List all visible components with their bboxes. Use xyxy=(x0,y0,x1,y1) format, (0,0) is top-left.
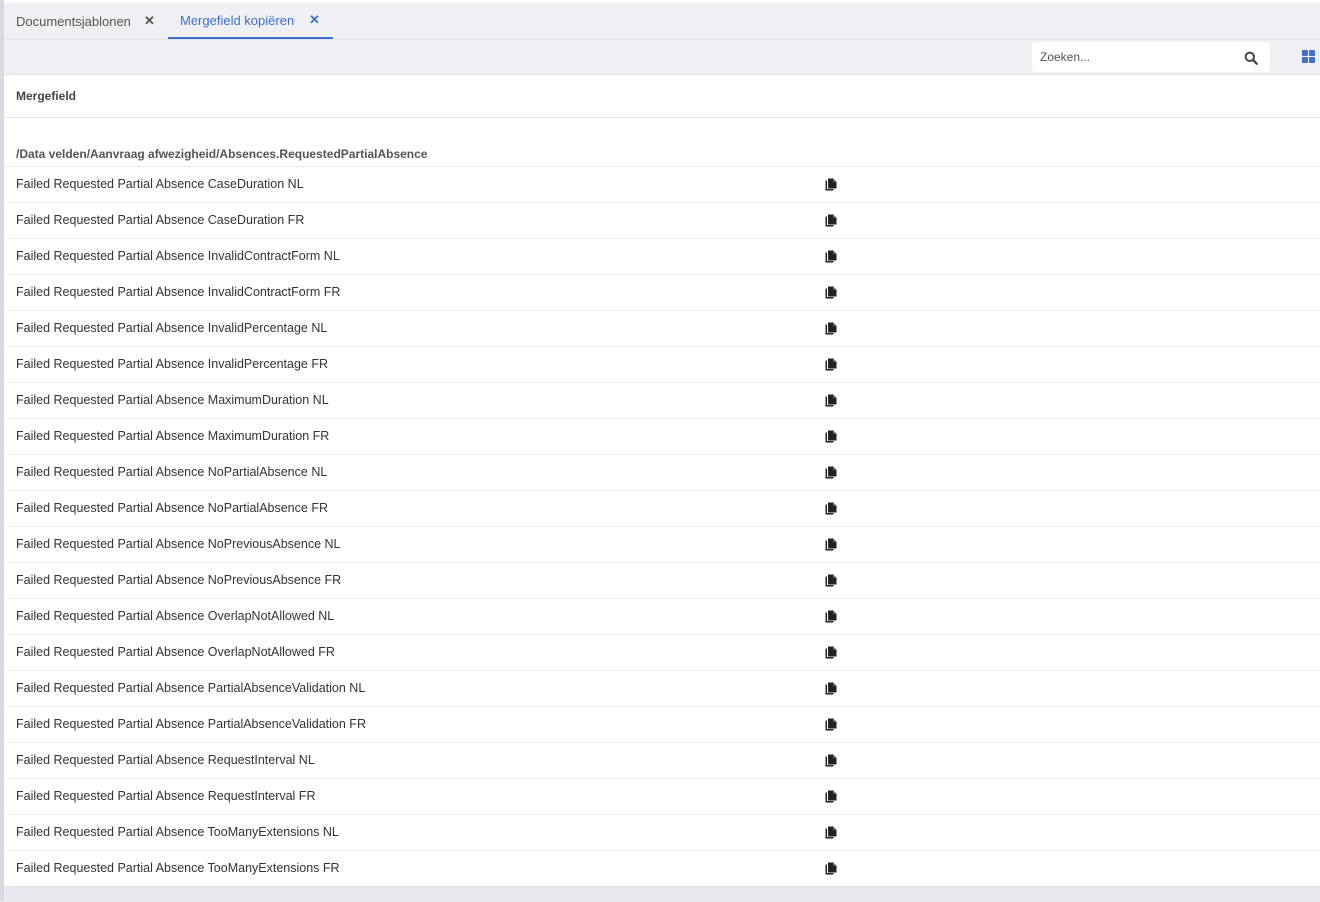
copy-icon[interactable] xyxy=(825,538,837,551)
mergefield-name: Failed Requested Partial Absence NoParti… xyxy=(16,501,328,515)
mergefield-name: Failed Requested Partial Absence Request… xyxy=(16,753,315,767)
mergefield-name: Failed Requested Partial Absence NoPrevi… xyxy=(16,537,341,551)
table-row[interactable]: Failed Requested Partial Absence Invalid… xyxy=(4,347,1320,383)
table-row[interactable]: Failed Requested Partial Absence Invalid… xyxy=(4,275,1320,311)
table-row[interactable]: Failed Requested Partial Absence NoPrevi… xyxy=(4,563,1320,599)
table-row[interactable]: Failed Requested Partial Absence Partial… xyxy=(4,671,1320,707)
toolbar xyxy=(4,40,1320,75)
search-input[interactable] xyxy=(1040,42,1240,72)
table-row[interactable]: Failed Requested Partial Absence Partial… xyxy=(4,707,1320,743)
mergefield-name: Failed Requested Partial Absence TooMany… xyxy=(16,825,339,839)
mergefield-name: Failed Requested Partial Absence Request… xyxy=(16,789,316,803)
grid-view-icon[interactable] xyxy=(1302,50,1315,63)
mergefield-name: Failed Requested Partial Absence Invalid… xyxy=(16,285,341,299)
copy-icon[interactable] xyxy=(825,286,837,299)
mergefield-name: Failed Requested Partial Absence TooMany… xyxy=(16,861,340,875)
table-row[interactable]: Failed Requested Partial Absence NoParti… xyxy=(4,491,1320,527)
copy-icon[interactable] xyxy=(825,610,837,623)
mergefield-name: Failed Requested Partial Absence Overlap… xyxy=(16,645,335,659)
copy-icon[interactable] xyxy=(825,790,837,803)
search-box xyxy=(1032,42,1270,72)
mergefield-name: Failed Requested Partial Absence NoParti… xyxy=(16,465,328,479)
copy-icon[interactable] xyxy=(825,574,837,587)
copy-icon[interactable] xyxy=(825,826,837,839)
table-row[interactable]: Failed Requested Partial Absence Request… xyxy=(4,779,1320,815)
mergefield-table: Mergefield /Data velden/Aanvraag afwezig… xyxy=(4,75,1320,887)
copy-icon[interactable] xyxy=(825,718,837,731)
tab-mergefield-kopieren[interactable]: Mergefield kopiëren ✕ xyxy=(168,3,333,39)
copy-icon[interactable] xyxy=(825,466,837,479)
table-row[interactable]: Failed Requested Partial Absence Overlap… xyxy=(4,635,1320,671)
table-row[interactable]: Failed Requested Partial Absence CaseDur… xyxy=(4,203,1320,239)
column-header[interactable]: Mergefield xyxy=(4,75,1320,118)
column-header-label: Mergefield xyxy=(16,89,77,103)
mergefield-name: Failed Requested Partial Absence CaseDur… xyxy=(16,177,304,191)
copy-icon[interactable] xyxy=(825,358,837,371)
mergefield-name: Failed Requested Partial Absence Invalid… xyxy=(16,357,328,371)
table-row[interactable]: Failed Requested Partial Absence Maximum… xyxy=(4,419,1320,455)
copy-icon[interactable] xyxy=(825,502,837,515)
mergefield-name: Failed Requested Partial Absence Invalid… xyxy=(16,321,328,335)
tab-documentsjablonen[interactable]: Documentsjablonen ✕ xyxy=(16,3,166,39)
mergefield-name: Failed Requested Partial Absence Partial… xyxy=(16,681,366,695)
table-row[interactable]: Failed Requested Partial Absence TooMany… xyxy=(4,851,1320,887)
search-icon[interactable] xyxy=(1244,51,1258,65)
copy-icon[interactable] xyxy=(825,646,837,659)
table-row[interactable]: Failed Requested Partial Absence Request… xyxy=(4,743,1320,779)
mergefield-name: Failed Requested Partial Absence Overlap… xyxy=(16,609,335,623)
mergefield-name: Failed Requested Partial Absence Partial… xyxy=(16,717,366,731)
tab-label: Documentsjablonen xyxy=(16,13,131,29)
mergefield-name: Failed Requested Partial Absence Invalid… xyxy=(16,249,340,263)
tab-label: Mergefield kopiëren xyxy=(180,12,295,28)
copy-icon[interactable] xyxy=(825,214,837,227)
group-path: /Data velden/Aanvraag afwezigheid/Absenc… xyxy=(16,147,428,161)
copy-icon[interactable] xyxy=(825,394,837,407)
table-row[interactable]: Failed Requested Partial Absence Invalid… xyxy=(4,239,1320,275)
copy-icon[interactable] xyxy=(825,754,837,767)
copy-icon[interactable] xyxy=(825,322,837,335)
mergefield-name: Failed Requested Partial Absence Maximum… xyxy=(16,429,330,443)
copy-icon[interactable] xyxy=(825,250,837,263)
bottom-bar xyxy=(4,886,1320,902)
close-icon[interactable]: ✕ xyxy=(144,13,155,29)
table-row[interactable]: Failed Requested Partial Absence Maximum… xyxy=(4,383,1320,419)
table-row[interactable]: Failed Requested Partial Absence NoPrevi… xyxy=(4,527,1320,563)
copy-icon[interactable] xyxy=(825,178,837,191)
mergefield-name: Failed Requested Partial Absence CaseDur… xyxy=(16,213,305,227)
table-row[interactable]: Failed Requested Partial Absence NoParti… xyxy=(4,455,1320,491)
group-header: /Data velden/Aanvraag afwezigheid/Absenc… xyxy=(4,146,1320,167)
table-row[interactable]: Failed Requested Partial Absence Invalid… xyxy=(4,311,1320,347)
table-rows: Failed Requested Partial Absence CaseDur… xyxy=(4,167,1320,887)
table-row[interactable]: Failed Requested Partial Absence TooMany… xyxy=(4,815,1320,851)
tab-bar: Documentsjablonen ✕ Mergefield kopiëren … xyxy=(4,3,1320,40)
copy-icon[interactable] xyxy=(825,430,837,443)
copy-icon[interactable] xyxy=(825,862,837,875)
table-row[interactable]: Failed Requested Partial Absence CaseDur… xyxy=(4,167,1320,203)
mergefield-name: Failed Requested Partial Absence NoPrevi… xyxy=(16,573,342,587)
table-row[interactable]: Failed Requested Partial Absence Overlap… xyxy=(4,599,1320,635)
copy-icon[interactable] xyxy=(825,682,837,695)
mergefield-name: Failed Requested Partial Absence Maximum… xyxy=(16,393,329,407)
close-icon[interactable]: ✕ xyxy=(309,12,320,28)
